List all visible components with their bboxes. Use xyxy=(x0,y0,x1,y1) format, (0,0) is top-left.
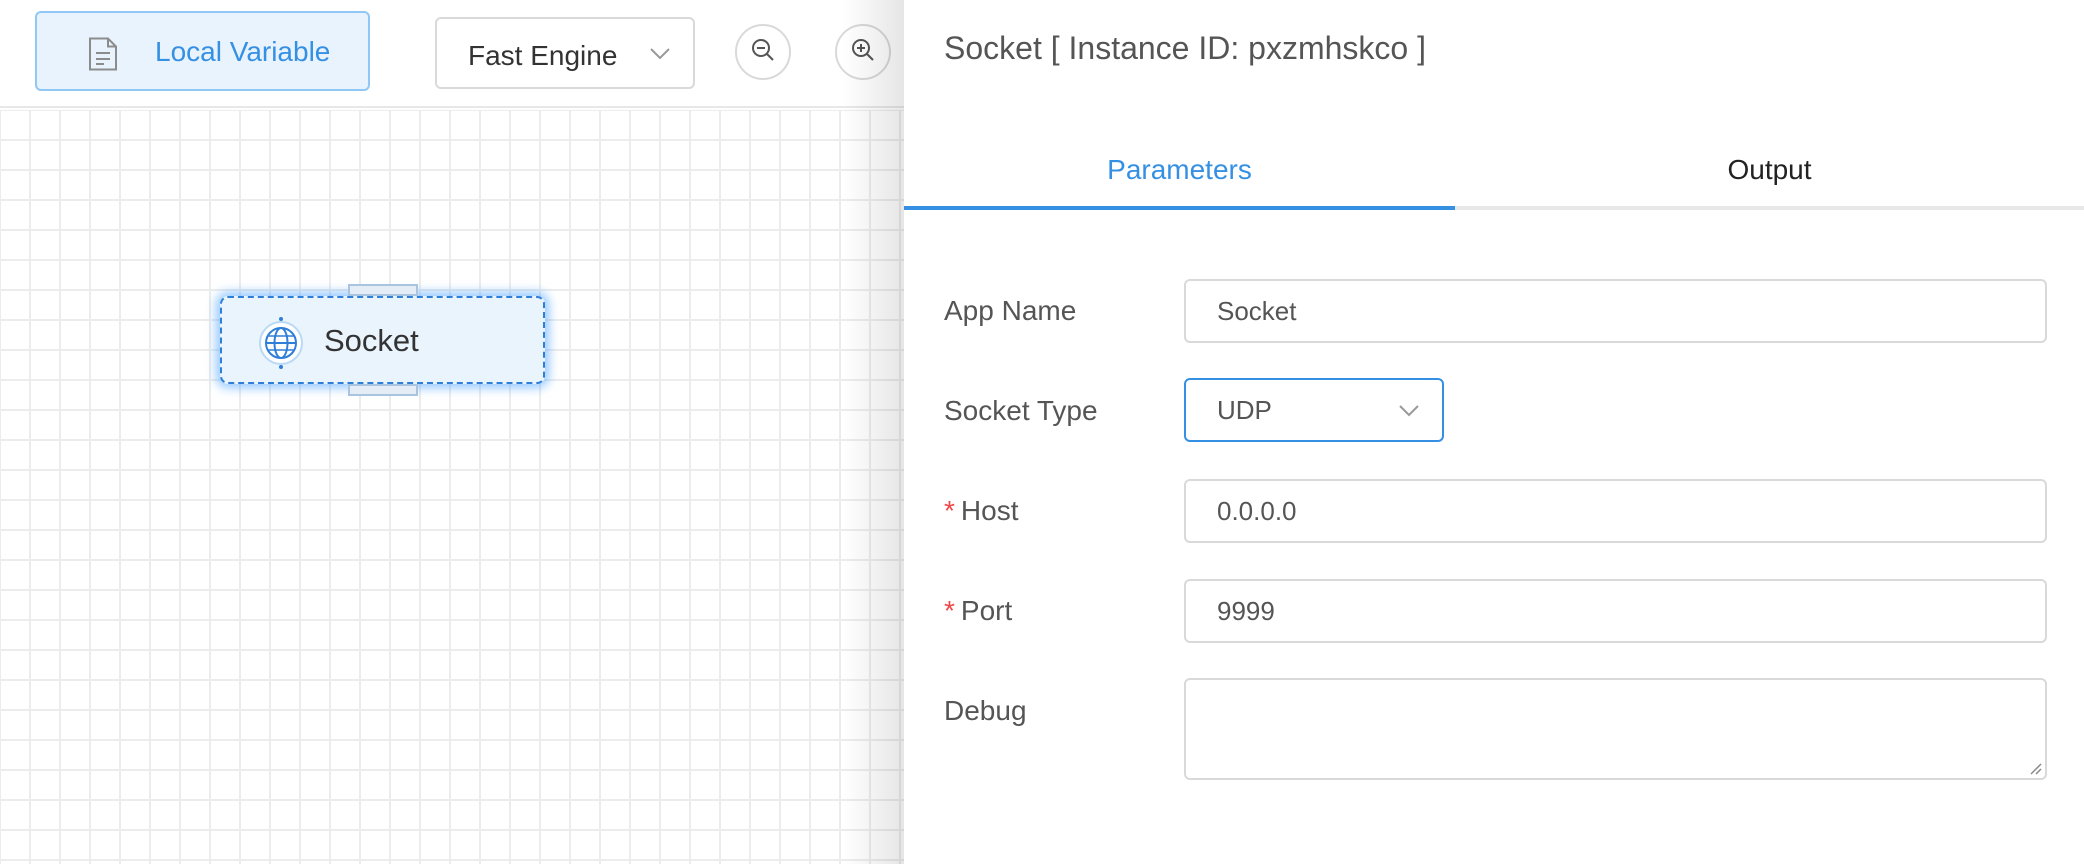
flow-editor: Local Variable Fast Engine Socket xyxy=(0,0,905,864)
canvas-grid[interactable] xyxy=(0,110,905,864)
host-label: * Host xyxy=(944,494,1018,528)
node-output-port[interactable] xyxy=(348,384,418,396)
engine-select[interactable]: Fast Engine xyxy=(435,17,695,89)
local-variable-label: Local Variable xyxy=(155,36,331,67)
engine-select-value: Fast Engine xyxy=(468,40,618,71)
zoom-out-icon xyxy=(750,37,776,68)
node-label: Socket xyxy=(324,323,419,358)
port-label-text: Port xyxy=(960,595,1013,626)
local-variable-button[interactable]: Local Variable xyxy=(35,11,370,91)
node-input-port[interactable] xyxy=(348,284,418,296)
port-label: * Port xyxy=(944,594,1012,628)
debug-label: Debug xyxy=(944,695,1027,726)
tab-parameters[interactable]: Parameters xyxy=(904,140,1455,210)
socket-type-select[interactable]: UDP xyxy=(1184,378,1444,442)
zoom-out-button[interactable] xyxy=(735,24,791,80)
tab-output[interactable]: Output xyxy=(1455,140,2084,210)
properties-drawer: Socket [ Instance ID: pxzmhskco ] Parame… xyxy=(904,0,2084,864)
globe-icon xyxy=(256,316,306,370)
socket-type-label: Socket Type xyxy=(944,395,1098,426)
app-name-label: App Name xyxy=(944,295,1077,326)
required-mark: * xyxy=(944,595,955,626)
socket-type-value: UDP xyxy=(1217,395,1272,425)
flow-node-socket[interactable]: Socket xyxy=(220,284,545,396)
active-tab-indicator xyxy=(904,206,1455,210)
port-input[interactable]: 9999 xyxy=(1184,579,2047,643)
resize-grip-icon[interactable] xyxy=(2027,760,2043,776)
drawer-title: Socket [ Instance ID: pxzmhskco ] xyxy=(944,30,1426,66)
document-icon xyxy=(87,37,119,71)
host-label-text: Host xyxy=(960,495,1019,526)
chevron-down-icon xyxy=(1398,404,1420,418)
app-name-input[interactable]: Socket xyxy=(1184,279,2047,343)
drawer-tabs: Parameters Output xyxy=(904,140,2084,210)
debug-textarea[interactable] xyxy=(1184,678,2047,780)
canvas-toolbar: Local Variable Fast Engine xyxy=(0,0,905,108)
chevron-down-icon xyxy=(649,47,671,61)
host-input[interactable]: 0.0.0.0 xyxy=(1184,479,2047,543)
drawer-shadow xyxy=(843,0,905,864)
app-root: Local Variable Fast Engine Socket Socket… xyxy=(0,0,2084,864)
required-mark: * xyxy=(944,495,955,526)
